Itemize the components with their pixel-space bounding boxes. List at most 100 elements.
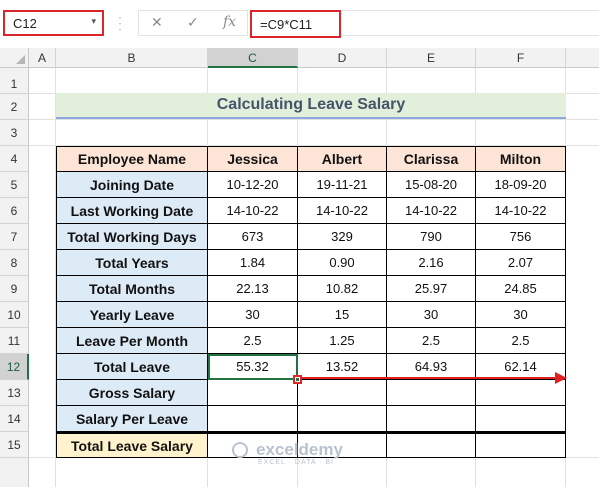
table-cell[interactable]: 30: [208, 302, 298, 328]
active-cell-c12[interactable]: 55.32: [208, 354, 298, 380]
formula-controls: ✕ ✓ fx: [138, 10, 248, 36]
row-label-cell[interactable]: Yearly Leave: [56, 302, 208, 328]
select-all-button[interactable]: [0, 48, 29, 68]
table-cell[interactable]: 2.07: [476, 250, 566, 276]
row-header-3[interactable]: 3: [0, 120, 29, 146]
header-cell[interactable]: Albert: [298, 146, 387, 172]
chevron-down-icon[interactable]: ▾: [91, 16, 96, 27]
row-label-cell[interactable]: Joining Date: [56, 172, 208, 198]
row-label-cell[interactable]: Last Working Date: [56, 198, 208, 224]
table-cell[interactable]: 24.85: [476, 276, 566, 302]
row-header-9[interactable]: 9: [0, 276, 29, 302]
name-box-value: C12: [13, 16, 37, 31]
row-header-14[interactable]: 14: [0, 406, 29, 432]
table-cell[interactable]: 2.5: [387, 328, 476, 354]
row-header-13[interactable]: 13: [0, 380, 29, 406]
column-header-g[interactable]: [566, 48, 599, 68]
header-cell[interactable]: Milton: [476, 146, 566, 172]
row-label-cell[interactable]: Salary Per Leave: [56, 406, 208, 432]
exceldemy-logo-icon: [232, 442, 248, 458]
table-cell[interactable]: [208, 380, 298, 406]
table-cell[interactable]: 10.82: [298, 276, 387, 302]
table-cell[interactable]: 2.5: [476, 328, 566, 354]
table-cell[interactable]: 2.5: [208, 328, 298, 354]
drag-arrow: [302, 377, 557, 379]
row-header-4[interactable]: 4: [0, 146, 29, 172]
cancel-icon[interactable]: ✕: [151, 14, 163, 31]
total-label-cell[interactable]: Total Leave Salary: [56, 432, 208, 458]
row-label-cell[interactable]: Leave Per Month: [56, 328, 208, 354]
table-cell[interactable]: [476, 432, 566, 458]
column-header-a[interactable]: A: [29, 48, 56, 68]
header-cell[interactable]: Employee Name: [56, 146, 208, 172]
table-cell[interactable]: 673: [208, 224, 298, 250]
table-cell[interactable]: 25.97: [387, 276, 476, 302]
row-label-cell[interactable]: Total Leave: [56, 354, 208, 380]
row-header-8[interactable]: 8: [0, 250, 29, 276]
table-cell[interactable]: 14-10-22: [208, 198, 298, 224]
row-header-5[interactable]: 5: [0, 172, 29, 198]
table-cell[interactable]: [298, 380, 387, 406]
table-cell[interactable]: [208, 406, 298, 432]
row-header-7[interactable]: 7: [0, 224, 29, 250]
watermark: exceldemy EXCEL · DATA · BI: [230, 440, 390, 470]
row-header-11[interactable]: 11: [0, 328, 29, 354]
row-header-12[interactable]: 12: [0, 354, 29, 380]
arrow-head-icon: [555, 372, 567, 384]
table-cell[interactable]: 756: [476, 224, 566, 250]
header-cell[interactable]: Jessica: [208, 146, 298, 172]
table-cell[interactable]: 18-09-20: [476, 172, 566, 198]
column-header-f[interactable]: F: [476, 48, 566, 68]
more-options-icon[interactable]: · · ·: [118, 11, 122, 35]
table-cell[interactable]: [387, 432, 476, 458]
watermark-tagline: EXCEL · DATA · BI: [258, 459, 334, 466]
row-label-cell[interactable]: Total Months: [56, 276, 208, 302]
table-cell[interactable]: [387, 406, 476, 432]
formula-input[interactable]: =C9*C11: [250, 10, 341, 38]
table-cell[interactable]: 19-11-21: [298, 172, 387, 198]
name-box[interactable]: C12 ▾: [3, 10, 104, 36]
table-cell[interactable]: 15-08-20: [387, 172, 476, 198]
row-label-cell[interactable]: Total Years: [56, 250, 208, 276]
header-cell[interactable]: Clarissa: [387, 146, 476, 172]
table-cell[interactable]: 14-10-22: [387, 198, 476, 224]
table-cell[interactable]: 1.25: [298, 328, 387, 354]
column-header-c[interactable]: C: [208, 48, 298, 68]
watermark-name: exceldemy: [256, 440, 343, 459]
table-cell[interactable]: [387, 380, 476, 406]
row-header-10[interactable]: 10: [0, 302, 29, 328]
table-cell[interactable]: 30: [476, 302, 566, 328]
row-header-15[interactable]: 15: [0, 432, 29, 458]
table-cell[interactable]: [476, 380, 566, 406]
insert-function-icon[interactable]: fx: [223, 14, 236, 30]
fill-handle[interactable]: [293, 375, 302, 384]
column-header-d[interactable]: D: [298, 48, 387, 68]
row-header-6[interactable]: 6: [0, 198, 29, 224]
row-header-2[interactable]: 2: [0, 94, 29, 120]
formula-bar: C12 ▾ · · · ✕ ✓ fx =C9*C11: [0, 0, 599, 50]
table-cell[interactable]: 30: [387, 302, 476, 328]
table-cell[interactable]: 0.90: [298, 250, 387, 276]
table-cell[interactable]: 14-10-22: [298, 198, 387, 224]
formula-input-extension[interactable]: [341, 10, 599, 36]
column-header-e[interactable]: E: [387, 48, 476, 68]
table-cell[interactable]: 329: [298, 224, 387, 250]
table-cell[interactable]: 15: [298, 302, 387, 328]
row-label-cell[interactable]: Total Working Days: [56, 224, 208, 250]
table-cell[interactable]: 2.16: [387, 250, 476, 276]
table-cell[interactable]: 790: [387, 224, 476, 250]
gridline: [29, 119, 599, 120]
table-cell[interactable]: 14-10-22: [476, 198, 566, 224]
formula-text: =C9*C11: [260, 17, 313, 32]
table-cell[interactable]: 22.13: [208, 276, 298, 302]
column-header-b[interactable]: B: [56, 48, 208, 68]
table-cell[interactable]: 1.84: [208, 250, 298, 276]
row-header-16[interactable]: [0, 458, 29, 487]
row-header-1[interactable]: 1: [0, 68, 29, 94]
table-cell[interactable]: [476, 406, 566, 432]
row-label-cell[interactable]: Gross Salary: [56, 380, 208, 406]
table-cell[interactable]: [298, 406, 387, 432]
enter-icon[interactable]: ✓: [187, 14, 199, 31]
sheet-title[interactable]: Calculating Leave Salary: [56, 93, 566, 119]
table-cell[interactable]: 10-12-20: [208, 172, 298, 198]
